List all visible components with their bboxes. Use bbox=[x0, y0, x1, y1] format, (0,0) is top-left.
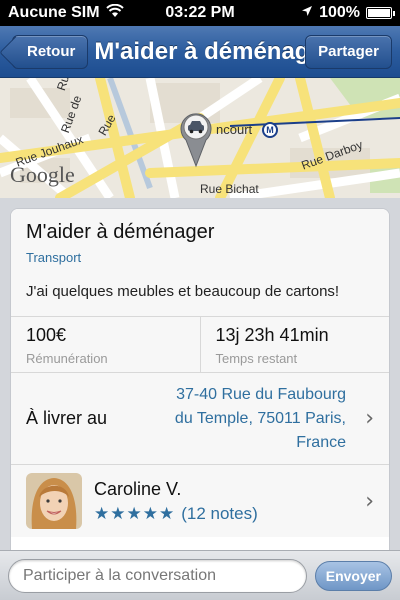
back-button[interactable]: Retour bbox=[12, 34, 89, 69]
metro-badge: M bbox=[262, 122, 278, 138]
time-remaining-label: Temps restant bbox=[215, 351, 298, 366]
page-title: M'aider à déménager bbox=[94, 37, 306, 65]
chevron-right-icon: › bbox=[365, 406, 374, 431]
time-remaining-value: 13j 23h 41min bbox=[215, 325, 329, 345]
location-arrow-icon bbox=[301, 4, 313, 22]
time-stat: 13j 23h 41min Temps restant bbox=[199, 317, 390, 372]
task-title: M'aider à déménager bbox=[26, 221, 215, 243]
carrier-label: Aucune SIM bbox=[8, 4, 100, 21]
reward-label: Rémunération bbox=[26, 351, 108, 366]
battery-level bbox=[368, 9, 390, 17]
task-stats: 100€ Rémunération 13j 23h 41min Temps re… bbox=[11, 317, 389, 373]
message-input[interactable] bbox=[8, 558, 307, 593]
chevron-right-icon: › bbox=[365, 488, 374, 514]
google-logo: Google bbox=[10, 162, 75, 187]
map-label-ncourt: ncourt bbox=[216, 122, 253, 137]
user-rating: ★★★★★ (12 notes) bbox=[94, 504, 346, 524]
task-card: M'aider à déménager Transport J'ai quelq… bbox=[10, 208, 390, 558]
navigation-bar: Retour M'aider à déménager Partager bbox=[0, 26, 400, 78]
share-button[interactable]: Partager bbox=[305, 34, 392, 69]
star-rating-icon: ★★★★★ bbox=[94, 503, 176, 524]
task-header: M'aider à déménager Transport J'ai quelq… bbox=[11, 209, 389, 317]
battery-percent: 100% bbox=[319, 4, 360, 21]
send-button[interactable]: Envoyer bbox=[314, 560, 392, 591]
task-description: J'ai quelques meubles et beaucoup de car… bbox=[26, 283, 340, 300]
avatar bbox=[26, 473, 82, 529]
user-name: Caroline V. bbox=[94, 478, 182, 499]
delivery-address-row[interactable]: À livrer au 37-40 Rue du Faubourg du Tem… bbox=[11, 373, 389, 465]
map-view[interactable]: Rue Bea Rue de Rue Jouhaux Rue ncourt Ru… bbox=[0, 78, 400, 198]
delivery-address: 37-40 Rue du Faubourg du Temple, 75011 P… bbox=[136, 383, 346, 455]
reward-value: 100€ bbox=[26, 325, 67, 345]
battery-icon bbox=[366, 7, 395, 19]
delivery-label: À livrer au bbox=[26, 408, 108, 428]
map-label-rue-bichat: Rue Bichat bbox=[200, 182, 259, 196]
address-line-3: France bbox=[296, 433, 346, 451]
back-button-label: Retour bbox=[27, 43, 76, 60]
message-composer: Envoyer bbox=[0, 550, 400, 600]
address-line-1: 37-40 Rue du Faubourg bbox=[176, 385, 346, 403]
wifi-icon bbox=[105, 3, 124, 23]
status-bar: Aucune SIM 03:22 PM 100% bbox=[0, 0, 400, 26]
user-info: Caroline V. ★★★★★ (12 notes) bbox=[94, 479, 346, 524]
address-line-2: du Temple, 75011 Paris, bbox=[174, 409, 346, 427]
rating-count: (12 notes) bbox=[181, 503, 258, 523]
task-category[interactable]: Transport bbox=[26, 250, 374, 265]
reward-stat: 100€ Rémunération bbox=[11, 317, 200, 372]
user-row[interactable]: Caroline V. ★★★★★ (12 notes) › bbox=[11, 465, 389, 537]
status-time: 03:22 PM bbox=[165, 4, 235, 21]
